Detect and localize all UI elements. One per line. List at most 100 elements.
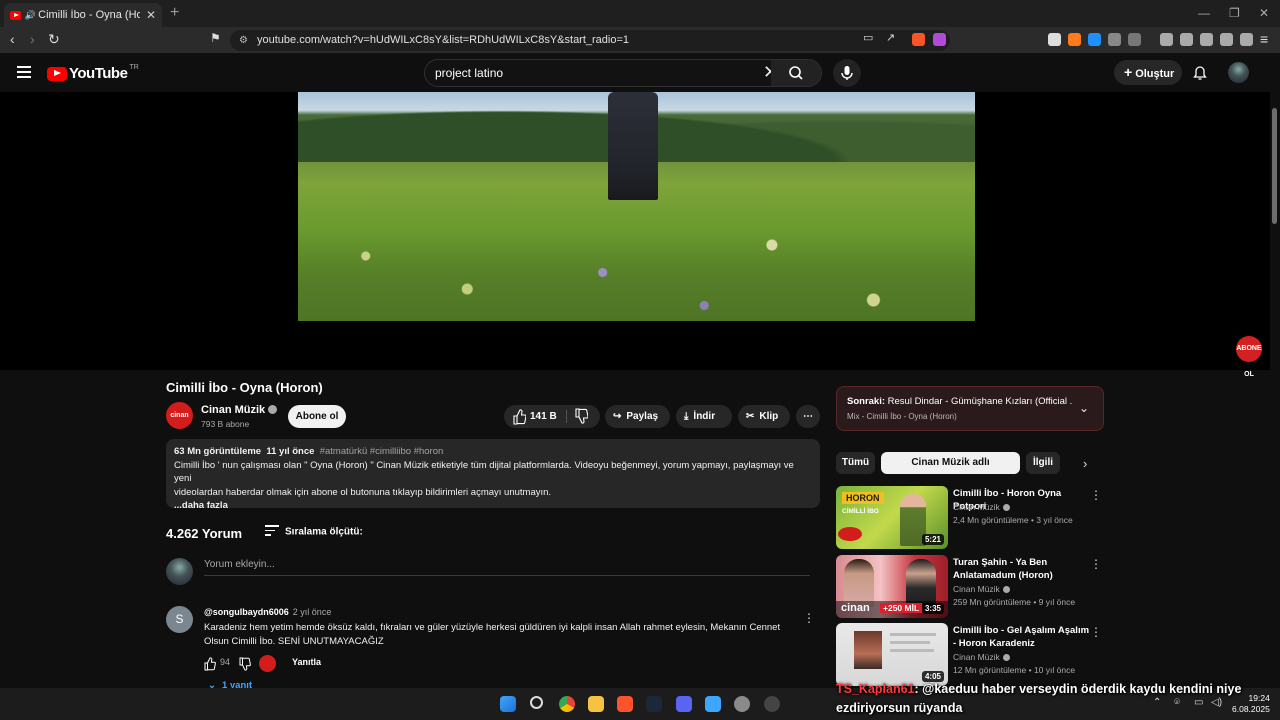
subscribe-button[interactable]: Abone ol: [288, 405, 346, 428]
search-icon[interactable]: [530, 696, 543, 709]
browser-menu-icon[interactable]: ≡: [1260, 31, 1268, 47]
video-player[interactable]: ABONE OL: [0, 92, 1270, 378]
more-vertical-icon[interactable]: ⋮: [1090, 557, 1102, 571]
hashtags[interactable]: #atmatürkü #cimilliibo #horon: [320, 446, 444, 457]
notifications-bell-icon[interactable]: [1192, 65, 1208, 81]
window-close-icon[interactable]: ✕: [1259, 6, 1269, 20]
leo-ai-icon[interactable]: [1220, 33, 1233, 46]
new-tab-icon[interactable]: +: [170, 4, 179, 22]
autoplay-next-card[interactable]: Sonraki: Resul Dindar - Gümüşhane Kızlar…: [836, 386, 1104, 431]
settings-icon[interactable]: [734, 696, 750, 712]
chat-username: TS_Kaplan61: [836, 682, 915, 696]
account-avatar[interactable]: [1228, 62, 1249, 83]
extension-icon[interactable]: [1128, 33, 1141, 46]
file-explorer-icon[interactable]: [588, 696, 604, 712]
channel-avatar[interactable]: cinan: [166, 402, 193, 429]
dislike-button[interactable]: [574, 405, 589, 428]
comment-menu-icon[interactable]: ⋮: [803, 611, 815, 625]
wallet-icon[interactable]: [1200, 33, 1213, 46]
clip-button[interactable]: ✂ Klip: [738, 405, 790, 428]
chip-related[interactable]: İlgili: [1026, 452, 1060, 474]
menu-icon[interactable]: [17, 66, 31, 81]
forward-icon[interactable]: ›: [30, 31, 35, 47]
chrome-icon[interactable]: [559, 696, 575, 712]
related-video[interactable]: 4:05 Cimilli İbo - Gel Aşalım Aşalım - H…: [836, 623, 1104, 687]
brave-rewards-icon[interactable]: [933, 33, 946, 46]
extensions-puzzle-icon[interactable]: [1108, 33, 1121, 46]
related-video-channel-name[interactable]: Cinan Müzik: [953, 502, 1000, 512]
related-video-title[interactable]: Turan Şahin - Ya Ben Anlatamadum (Horon): [953, 556, 1093, 582]
subscribe-watermark[interactable]: ABONE OL: [1236, 336, 1262, 378]
related-video-channel[interactable]: Cinan Müzik: [953, 502, 1010, 512]
minimize-icon[interactable]: —: [1198, 6, 1210, 20]
related-video-meta: 259 Mn görüntüleme • 9 yıl önce: [953, 597, 1076, 607]
more-vertical-icon[interactable]: ⋮: [1090, 488, 1102, 502]
reply-button[interactable]: Yanıtla: [292, 657, 321, 667]
chevron-right-icon[interactable]: ›: [1083, 456, 1087, 471]
chevron-down-icon[interactable]: ⌄: [1079, 401, 1089, 415]
page-scrollbar[interactable]: [1272, 108, 1277, 224]
channel-name-text[interactable]: Cinan Müzik: [201, 404, 265, 416]
related-video[interactable]: cinan +250 MİL 3:35 Turan Şahin - Ya Ben…: [836, 555, 1104, 619]
share-button[interactable]: ↪ Paylaş: [605, 405, 670, 428]
vpn-icon[interactable]: [1240, 33, 1253, 46]
description-box[interactable]: 63 Mn görüntüleme 11 yıl önce #atmatürkü…: [166, 439, 820, 511]
comment-age[interactable]: 2 yıl önce: [293, 607, 332, 617]
share-page-icon[interactable]: ↗: [886, 31, 895, 44]
cast-icon[interactable]: ▭: [863, 31, 873, 44]
related-video-channel-name[interactable]: Cinan Müzik: [953, 584, 1000, 594]
media-icon[interactable]: [1160, 33, 1173, 46]
address-input[interactable]: youtube.com/watch?v=hUdWILxC8sY&list=RDh…: [230, 30, 950, 51]
related-video[interactable]: HORON CİMİLLİ İBO 5:21 Cimilli İbo - Hor…: [836, 486, 1104, 550]
restore-icon[interactable]: ❐: [1229, 6, 1240, 20]
video-thumbnail[interactable]: cinan +250 MİL 3:35: [836, 555, 948, 618]
like-button[interactable]: [512, 405, 527, 428]
discord-icon[interactable]: [676, 696, 692, 712]
comment-dislike-button[interactable]: [238, 657, 252, 671]
related-video-channel[interactable]: Cinan Müzik: [953, 584, 1010, 594]
browser-tab[interactable]: 🔊 Cimilli İbo - Oyna (Horon) - YouTube ✕: [4, 3, 162, 27]
subscriber-count: 793 B abone: [201, 419, 250, 429]
sort-comments-button[interactable]: Sıralama ölçütü:: [265, 525, 363, 539]
comment-author[interactable]: @songulbaydn6006: [204, 607, 289, 617]
video-frame[interactable]: [298, 92, 975, 321]
related-video-channel-name[interactable]: Cinan Müzik: [953, 652, 1000, 662]
search-button[interactable]: [771, 60, 821, 86]
extension-icon[interactable]: [1068, 33, 1081, 46]
add-comment-input[interactable]: Yorum ekleyin...: [204, 559, 810, 576]
reload-icon[interactable]: ↻: [48, 31, 60, 48]
bookmark-icon[interactable]: ⚑: [210, 31, 221, 45]
site-info-icon[interactable]: ⚙: [239, 35, 248, 46]
sidebar-icon[interactable]: [1180, 33, 1193, 46]
more-vertical-icon[interactable]: ⋮: [1090, 625, 1102, 639]
show-more-link[interactable]: ...daha fazla: [174, 499, 812, 513]
extension-icon[interactable]: [1048, 33, 1061, 46]
related-video-title[interactable]: Cimilli İbo - Gel Aşalım Aşalım - Horon …: [953, 624, 1093, 650]
channel-name[interactable]: Cinan Müzik: [201, 404, 278, 416]
search-box[interactable]: project latino ✕: [424, 59, 822, 87]
brave-icon[interactable]: [617, 696, 633, 712]
app-icon[interactable]: [764, 696, 780, 712]
tab-close-icon[interactable]: ✕: [146, 8, 156, 22]
video-thumbnail[interactable]: 4:05: [836, 623, 948, 686]
comment-like-button[interactable]: [203, 657, 217, 671]
extension-icon[interactable]: [1088, 33, 1101, 46]
back-icon[interactable]: ‹: [10, 31, 15, 47]
start-icon[interactable]: [500, 696, 516, 712]
youtube-logo[interactable]: YouTube TR: [47, 64, 139, 82]
more-actions-button[interactable]: ⋯: [796, 405, 820, 428]
video-thumbnail[interactable]: HORON CİMİLLİ İBO 5:21: [836, 486, 948, 549]
steam-icon[interactable]: [646, 696, 662, 712]
app-icon[interactable]: [705, 696, 721, 712]
chip-from-uploader[interactable]: Cinan Müzik adlı yükleyiciden: [881, 452, 1020, 490]
download-button[interactable]: ⤓ İndir: [676, 405, 732, 428]
related-video-channel[interactable]: Cinan Müzik: [953, 652, 1010, 662]
voice-search-button[interactable]: [833, 59, 861, 87]
search-input[interactable]: project latino: [435, 66, 503, 80]
verified-icon: [268, 405, 278, 414]
view-count: 63 Mn görüntüleme: [174, 446, 262, 457]
create-button[interactable]: + Oluştur: [1114, 60, 1182, 85]
commenter-avatar[interactable]: S: [166, 606, 193, 633]
brave-shield-icon[interactable]: [912, 33, 925, 46]
chip-all[interactable]: Tümü: [836, 452, 875, 474]
